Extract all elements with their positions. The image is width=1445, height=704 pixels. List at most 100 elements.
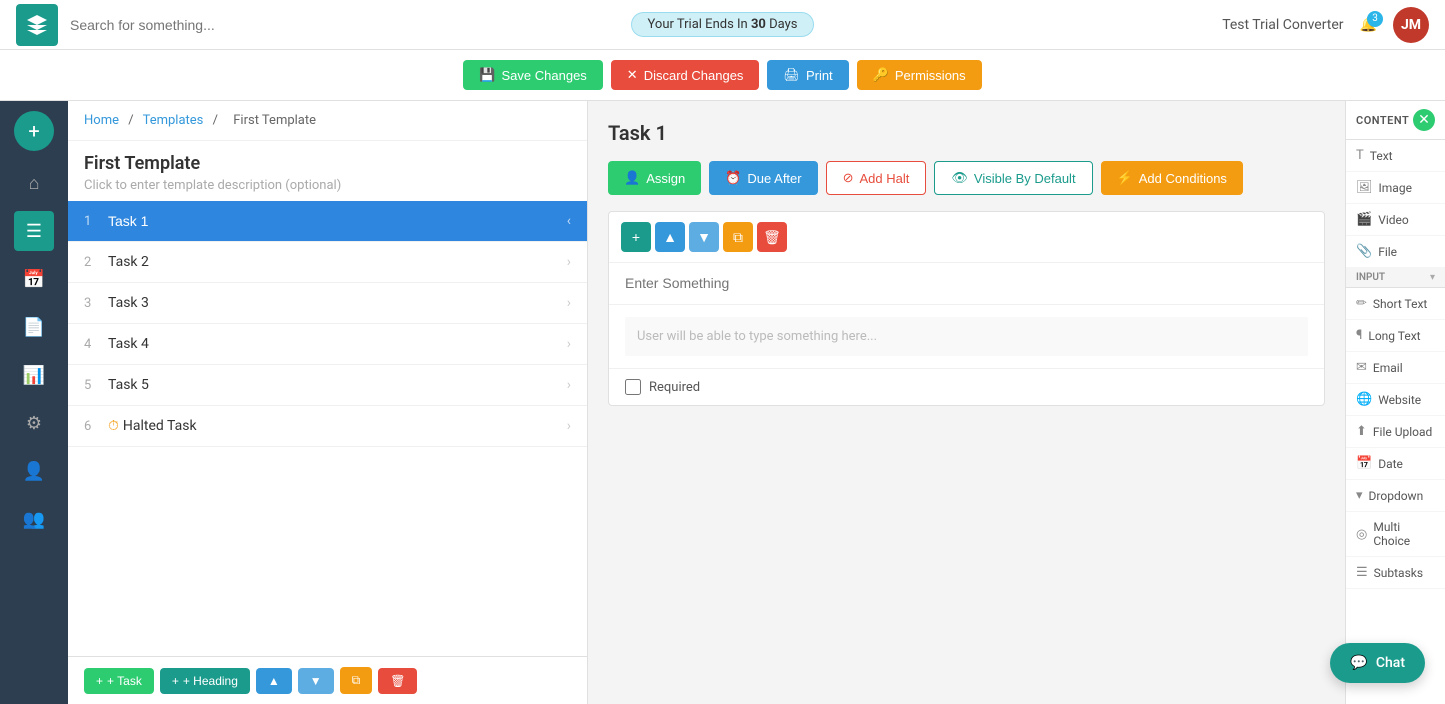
panel-item-image[interactable]: 🖼 Image <box>1346 172 1445 204</box>
sidebar-item-home[interactable]: ⌂ <box>14 163 54 203</box>
search-input[interactable] <box>70 17 470 33</box>
content-card: + ▲ ▼ ⧉ 🗑 User will be able to type some… <box>608 211 1325 406</box>
panel-item-label: Date <box>1378 457 1403 471</box>
notification-bell[interactable]: 🔔 3 <box>1360 17 1377 33</box>
task-name-input[interactable] <box>108 213 567 229</box>
panel-item-website[interactable]: 🌐 Website <box>1346 384 1445 416</box>
card-delete-button[interactable]: 🗑 <box>757 222 787 252</box>
task-name: Halted Task <box>123 418 567 434</box>
topbar: Your Trial Ends In 30 Days Test Trial Co… <box>0 0 1445 50</box>
permissions-button[interactable]: 🔑 Permissions <box>857 60 982 90</box>
add-task-button[interactable]: + + Task <box>84 668 154 694</box>
task-number: 3 <box>84 296 108 311</box>
card-up-button[interactable]: ▲ <box>655 222 685 252</box>
assign-button[interactable]: 👤 Assign <box>608 161 701 195</box>
sidebar-item-settings[interactable]: ⚙ <box>14 403 54 443</box>
chevron-right-icon: › <box>567 295 571 311</box>
breadcrumb-templates[interactable]: Templates <box>143 113 204 128</box>
top-right-area: Test Trial Converter 🔔 3 JM <box>1222 7 1429 43</box>
sidebar-item-calendar[interactable]: 📅 <box>14 259 54 299</box>
task-name: Task 2 <box>108 254 567 270</box>
chevron-down-icon: ▾ <box>1430 272 1435 283</box>
right-panel-title: CONTENT <box>1356 114 1409 127</box>
main-layout: + ⌂ ☰ 📅 📄 📊 ⚙ 👤 👥 Home / Templates / Fir… <box>0 101 1445 704</box>
task-item[interactable]: 5 Task 5 › <box>68 365 587 406</box>
card-required-area: Required <box>609 369 1324 405</box>
logo-icon <box>16 4 58 46</box>
trial-banner: Your Trial Ends In 30 Days <box>631 12 815 37</box>
left-sidebar: + ⌂ ☰ 📅 📄 📊 ⚙ 👤 👥 <box>0 101 68 704</box>
task-name: Task 3 <box>108 295 567 311</box>
required-checkbox[interactable] <box>625 379 641 395</box>
card-add-button[interactable]: + <box>621 222 651 252</box>
right-panel-close-button[interactable]: ✕ <box>1413 109 1435 131</box>
task-number: 1 <box>84 214 108 229</box>
task-number: 5 <box>84 378 108 393</box>
sidebar-item-document[interactable]: 📄 <box>14 307 54 347</box>
notification-badge: 3 <box>1367 11 1383 27</box>
chat-fab-button[interactable]: 💬 Chat <box>1330 643 1425 683</box>
due-after-button[interactable]: ⏰ Due After <box>709 161 817 195</box>
move-down-button[interactable]: ▼ <box>298 668 334 694</box>
add-conditions-button[interactable]: ⚡ Add Conditions <box>1101 161 1243 195</box>
panel-item-label: Video <box>1378 213 1409 227</box>
panel-item-long-text[interactable]: ¶ Long Text <box>1346 320 1445 352</box>
panel-item-dropdown[interactable]: ▾ Dropdown <box>1346 480 1445 512</box>
eye-icon: 👁 <box>951 170 968 186</box>
panel-item-label: Short Text <box>1373 297 1427 311</box>
sidebar-item-list[interactable]: ☰ <box>14 211 54 251</box>
panel-input-divider: INPUT ▾ <box>1346 268 1445 288</box>
halt-circle-icon: ⊘ <box>843 170 854 186</box>
print-button[interactable]: 🖨 Print <box>767 60 848 90</box>
copy-button[interactable]: ⧉ <box>340 667 373 694</box>
task-item[interactable]: 3 Task 3 › <box>68 283 587 324</box>
task-item[interactable]: 4 Task 4 › <box>68 324 587 365</box>
add-heading-button[interactable]: + + Heading <box>160 668 250 694</box>
panel-item-text[interactable]: T Text <box>1346 140 1445 172</box>
upload-icon: ⬆ <box>1356 424 1367 439</box>
panel-item-subtasks[interactable]: ☰ Subtasks <box>1346 557 1445 589</box>
panel-item-file-upload[interactable]: ⬆ File Upload <box>1346 416 1445 448</box>
save-button[interactable]: 💾 Save Changes <box>463 60 602 90</box>
file-icon: 📎 <box>1356 244 1372 259</box>
task-number: 2 <box>84 255 108 270</box>
visible-by-default-button[interactable]: 👁 Visible By Default <box>934 161 1092 195</box>
task-item[interactable]: 1 ‹ <box>68 201 587 242</box>
panel-item-label: Dropdown <box>1369 489 1424 503</box>
card-input-placeholder: User will be able to type something here… <box>625 317 1308 356</box>
card-copy-button[interactable]: ⧉ <box>723 222 753 252</box>
breadcrumb-home[interactable]: Home <box>84 113 119 128</box>
assign-icon: 👤 <box>624 170 640 186</box>
conditions-icon: ⚡ <box>1117 170 1133 186</box>
task-item[interactable]: 2 Task 2 › <box>68 242 587 283</box>
sidebar-add-button[interactable]: + <box>14 111 54 151</box>
template-description[interactable]: Click to enter template description (opt… <box>84 178 571 193</box>
task-item[interactable]: 6 ⏱ Halted Task › <box>68 406 587 447</box>
panel-item-short-text[interactable]: ✏ Short Text <box>1346 288 1445 320</box>
panel-item-file[interactable]: 📎 File <box>1346 236 1445 268</box>
card-down-button[interactable]: ▼ <box>689 222 719 252</box>
delete-button[interactable]: 🗑 <box>378 668 417 694</box>
avatar[interactable]: JM <box>1393 7 1429 43</box>
short-text-icon: ✏ <box>1356 296 1367 311</box>
panel-item-multi-choice[interactable]: ◎ Multi Choice <box>1346 512 1445 557</box>
sidebar-item-team[interactable]: 👥 <box>14 499 54 539</box>
halt-icon: ⏱ <box>108 418 119 434</box>
sidebar-item-chart[interactable]: 📊 <box>14 355 54 395</box>
email-icon: ✉ <box>1356 360 1367 375</box>
move-up-button[interactable]: ▲ <box>256 668 292 694</box>
panel-item-label: Email <box>1373 361 1403 375</box>
task-name: Task 4 <box>108 336 567 352</box>
task-number: 4 <box>84 337 108 352</box>
panel-item-date[interactable]: 📅 Date <box>1346 448 1445 480</box>
card-label-input[interactable] <box>625 275 1308 291</box>
arrow-down-icon: ▼ <box>310 674 322 688</box>
discard-button[interactable]: ✕ Discard Changes <box>611 60 760 90</box>
chevron-right-icon: › <box>567 336 571 352</box>
panel-item-label: Subtasks <box>1374 566 1423 580</box>
sidebar-item-user[interactable]: 👤 <box>14 451 54 491</box>
panel-item-email[interactable]: ✉ Email <box>1346 352 1445 384</box>
panel-item-video[interactable]: 🎬 Video <box>1346 204 1445 236</box>
add-halt-button[interactable]: ⊘ Add Halt <box>826 161 927 195</box>
save-icon: 💾 <box>479 67 495 83</box>
